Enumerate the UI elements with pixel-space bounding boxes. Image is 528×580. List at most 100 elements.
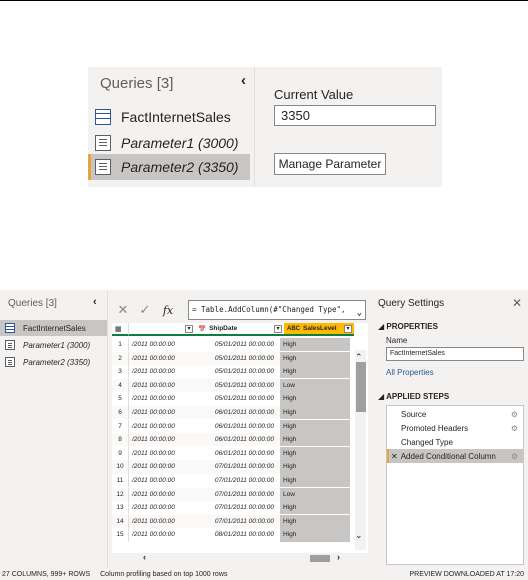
- query-item-parameter1[interactable]: Parameter1 (3000): [88, 130, 250, 156]
- current-value-input[interactable]: 3350: [274, 105, 436, 126]
- gear-icon[interactable]: ⚙: [511, 452, 518, 461]
- cell-shipdate[interactable]: 05/01/2011 00:00:00: [195, 368, 280, 375]
- cell-saleslevel[interactable]: High: [280, 433, 350, 447]
- table-row[interactable]: 1/2011 00:00:00 05/01/2011 00:00:00 High: [112, 338, 350, 352]
- table-row[interactable]: 7/2011 00:00:00 06/01/2011 00:00:00 High: [112, 419, 350, 433]
- column-header[interactable]: ▾: [129, 323, 195, 336]
- delete-step-icon[interactable]: ✕: [391, 452, 398, 461]
- cell-saleslevel[interactable]: High: [280, 406, 350, 420]
- cell-datetime[interactable]: /2011 00:00:00: [129, 436, 195, 443]
- applied-steps-header[interactable]: ◢ APPLIED STEPS: [378, 392, 449, 401]
- cell-datetime[interactable]: /2011 00:00:00: [129, 355, 195, 362]
- cell-shipdate[interactable]: 06/01/2011 00:00:00: [195, 450, 280, 457]
- cell-saleslevel[interactable]: High: [280, 392, 350, 406]
- cell-shipdate[interactable]: 06/01/2011 00:00:00: [195, 409, 280, 416]
- row-number[interactable]: 2: [112, 351, 129, 365]
- cell-saleslevel[interactable]: High: [280, 460, 350, 474]
- cell-datetime[interactable]: /2011 00:00:00: [129, 450, 195, 457]
- step-source[interactable]: Source ⚙: [387, 407, 523, 421]
- column-header-shipdate[interactable]: 📅 ShipDate ▾: [195, 323, 284, 336]
- cell-datetime[interactable]: /2011 00:00:00: [129, 477, 195, 484]
- properties-header[interactable]: ◢ PROPERTIES: [378, 322, 438, 331]
- cell-saleslevel[interactable]: High: [280, 419, 350, 433]
- cell-saleslevel[interactable]: High: [280, 338, 350, 352]
- query-item-factinternetsales[interactable]: FactInternetSales: [88, 104, 250, 130]
- cell-datetime[interactable]: /2011 00:00:00: [129, 518, 195, 525]
- formula-input[interactable]: = Table.AddColumn(#"Changed Type", ⌄: [188, 300, 366, 320]
- table-row[interactable]: 6/2011 00:00:00 06/01/2011 00:00:00 High: [112, 406, 350, 420]
- cell-saleslevel[interactable]: High: [280, 351, 350, 365]
- table-row[interactable]: 9/2011 00:00:00 06/01/2011 00:00:00 High: [112, 446, 350, 460]
- row-number[interactable]: 12: [112, 487, 129, 501]
- query-item-parameter2[interactable]: Parameter2 (3350): [88, 154, 250, 180]
- cell-shipdate[interactable]: 05/01/2011 00:00:00: [195, 355, 280, 362]
- row-number[interactable]: 8: [112, 433, 129, 447]
- row-number[interactable]: 14: [112, 514, 129, 528]
- cell-datetime[interactable]: /2011 00:00:00: [129, 504, 195, 511]
- table-row[interactable]: 3/2011 00:00:00 05/01/2011 00:00:00 High: [112, 365, 350, 379]
- cell-shipdate[interactable]: 07/01/2011 00:00:00: [195, 518, 280, 525]
- filter-dropdown-icon[interactable]: ▾: [274, 325, 282, 333]
- query-item-factinternetsales[interactable]: FactInternetSales: [0, 320, 107, 336]
- scroll-right-icon[interactable]: ›: [337, 552, 340, 562]
- vertical-scroll-thumb[interactable]: [356, 362, 366, 412]
- table-row[interactable]: 13/2011 00:00:00 07/01/2011 00:00:00 High: [112, 501, 350, 515]
- cell-shipdate[interactable]: 07/01/2011 00:00:00: [195, 504, 280, 511]
- row-number[interactable]: 7: [112, 419, 129, 433]
- cell-shipdate[interactable]: 07/01/2011 00:00:00: [195, 463, 280, 470]
- step-added-conditional-column[interactable]: ✕ Added Conditional Column ⚙: [387, 449, 523, 463]
- cell-datetime[interactable]: /2011 00:00:00: [129, 368, 195, 375]
- collapse-queries-icon[interactable]: ‹: [93, 296, 97, 308]
- cell-datetime[interactable]: /2011 00:00:00: [129, 382, 195, 389]
- table-row[interactable]: 8/2011 00:00:00 06/01/2011 00:00:00 High: [112, 433, 350, 447]
- scroll-left-icon[interactable]: ‹: [143, 552, 146, 562]
- row-number[interactable]: 10: [112, 460, 129, 474]
- table-row[interactable]: 4/2011 00:00:00 05/01/2011 00:00:00 Low: [112, 378, 350, 392]
- step-changed-type[interactable]: Changed Type: [387, 435, 523, 449]
- cell-datetime[interactable]: /2011 00:00:00: [129, 463, 195, 470]
- fx-icon[interactable]: fx: [156, 304, 180, 317]
- table-row[interactable]: 10/2011 00:00:00 07/01/2011 00:00:00 High: [112, 460, 350, 474]
- all-properties-link[interactable]: All Properties: [386, 368, 434, 377]
- cell-shipdate[interactable]: 07/01/2011 00:00:00: [195, 491, 280, 498]
- cell-shipdate[interactable]: 06/01/2011 00:00:00: [195, 423, 280, 430]
- horizontal-scroll-thumb[interactable]: [310, 555, 330, 562]
- row-number[interactable]: 15: [112, 528, 129, 542]
- cell-datetime[interactable]: /2011 00:00:00: [129, 491, 195, 498]
- query-item-parameter2[interactable]: Parameter2 (3350): [0, 354, 107, 370]
- table-menu-icon[interactable]: ▦: [112, 323, 129, 336]
- close-icon[interactable]: ✕: [512, 296, 522, 310]
- filter-dropdown-icon[interactable]: ▾: [185, 325, 193, 333]
- cell-datetime[interactable]: /2011 00:00:00: [129, 409, 195, 416]
- any-type-icon[interactable]: ABC: [287, 326, 300, 332]
- cell-shipdate[interactable]: 06/01/2011 00:00:00: [195, 436, 280, 443]
- table-row[interactable]: 11/2011 00:00:00 07/01/2011 00:00:00 High: [112, 474, 350, 488]
- collapse-queries-icon[interactable]: ‹: [241, 72, 246, 89]
- cell-datetime[interactable]: /2011 00:00:00: [129, 423, 195, 430]
- cell-datetime[interactable]: /2011 00:00:00: [129, 531, 195, 538]
- gear-icon[interactable]: ⚙: [511, 424, 518, 433]
- commit-formula-icon[interactable]: ✓: [134, 302, 156, 318]
- scroll-down-icon[interactable]: ⌄: [355, 530, 363, 541]
- row-number[interactable]: 3: [112, 365, 129, 379]
- cell-saleslevel[interactable]: High: [280, 446, 350, 460]
- datetime-type-icon[interactable]: 📅: [198, 325, 206, 333]
- cell-shipdate[interactable]: 08/01/2011 00:00:00: [195, 531, 280, 538]
- cell-saleslevel[interactable]: High: [280, 365, 350, 379]
- query-item-parameter1[interactable]: Parameter1 (3000): [0, 337, 107, 353]
- manage-parameter-button[interactable]: Manage Parameter: [274, 153, 386, 175]
- row-number[interactable]: 13: [112, 501, 129, 515]
- cell-shipdate[interactable]: 05/01/2011 00:00:00: [195, 395, 280, 402]
- query-name-input[interactable]: FactInternetSales: [386, 347, 524, 361]
- gear-icon[interactable]: ⚙: [511, 410, 518, 419]
- cell-saleslevel[interactable]: High: [280, 528, 350, 542]
- cell-shipdate[interactable]: 05/01/2011 00:00:00: [195, 382, 280, 389]
- cell-saleslevel[interactable]: High: [280, 474, 350, 488]
- row-number[interactable]: 9: [112, 446, 129, 460]
- cell-shipdate[interactable]: 05/01/2011 00:00:00: [195, 341, 280, 348]
- table-row[interactable]: 15/2011 00:00:00 08/01/2011 00:00:00 High: [112, 528, 350, 542]
- row-number[interactable]: 1: [112, 338, 129, 352]
- row-number[interactable]: 11: [112, 474, 129, 488]
- expand-formula-icon[interactable]: ⌄: [357, 304, 362, 319]
- cell-saleslevel[interactable]: High: [280, 514, 350, 528]
